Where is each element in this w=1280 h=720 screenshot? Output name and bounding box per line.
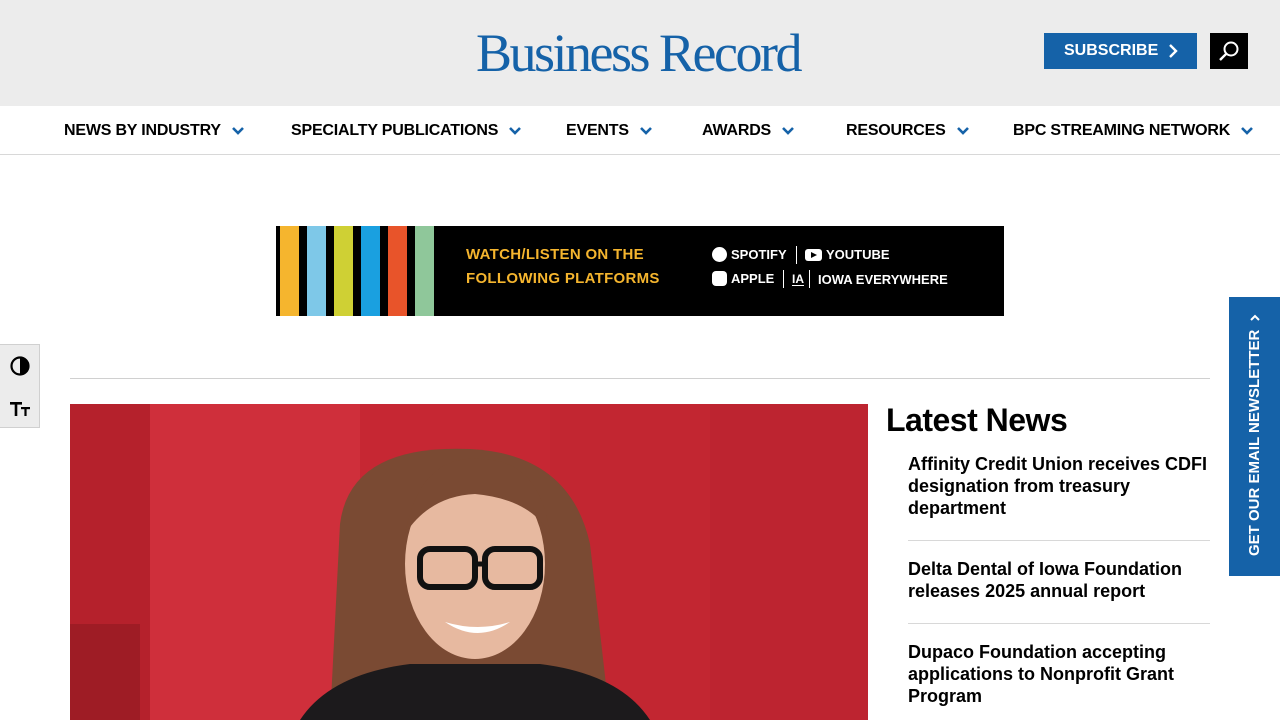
featured-article-image[interactable] <box>70 404 868 720</box>
nav-item-news-by-industry[interactable]: NEWS BY INDUSTRY <box>64 106 245 155</box>
font-size-toggle[interactable] <box>0 387 40 429</box>
platform-apple: APPLE <box>712 271 774 286</box>
nav-item-label: SPECIALTY PUBLICATIONS <box>291 121 499 139</box>
latest-news-heading: Latest News <box>886 402 1068 438</box>
latest-news-item[interactable]: Delta Dental of Iowa Foundation releases… <box>908 558 1210 602</box>
featured-photo <box>70 404 868 720</box>
banner-ad[interactable]: WATCH/LISTEN ON THE FOLLOWING PLATFORMS … <box>276 226 1004 316</box>
banner-stripe <box>361 226 380 316</box>
contrast-toggle[interactable] <box>0 345 40 387</box>
platform-iowa-everywhere: IA IOWA EVERYWHERE <box>792 270 948 288</box>
banner-line-2: FOLLOWING PLATFORMS <box>466 270 660 287</box>
font-size-icon <box>10 402 30 416</box>
banner-stripe <box>388 226 407 316</box>
platform-label: YOUTUBE <box>826 247 890 262</box>
newsletter-signup-tab[interactable]: GET OUR EMAIL NEWSLETTER <box>1229 297 1280 576</box>
nav-item-resources[interactable]: RESOURCES <box>846 106 970 155</box>
platform-divider <box>809 270 810 288</box>
nav-item-label: NEWS BY INDUSTRY <box>64 121 221 139</box>
chevron-down-icon <box>231 126 244 135</box>
platform-spotify: SPOTIFY <box>712 247 787 262</box>
nav-item-label: EVENTS <box>566 121 629 139</box>
banner-stripe <box>334 226 353 316</box>
banner-stripe <box>307 226 326 316</box>
accessibility-toolbar <box>0 344 40 428</box>
apple-podcasts-icon <box>712 271 727 286</box>
site-logo[interactable]: Business Record <box>476 24 802 82</box>
platform-label: IOWA EVERYWHERE <box>818 271 948 287</box>
chevron-right-icon <box>1249 314 1260 321</box>
nav-item-label: RESOURCES <box>846 121 946 139</box>
chevron-down-icon <box>782 126 794 135</box>
banner-headline: WATCH/LISTEN ON THE FOLLOWING PLATFORMS <box>466 243 660 291</box>
nav-item-bpc-streaming-network[interactable]: BPC STREAMING NETWORK <box>1013 106 1254 155</box>
latest-news-item[interactable]: Dupaco Foundation accepting applications… <box>908 641 1210 707</box>
chevron-right-icon <box>1169 44 1178 58</box>
iowa-everywhere-logo-icon: IA <box>792 271 804 286</box>
nav-item-specialty-publications[interactable]: SPECIALTY PUBLICATIONS <box>291 106 522 155</box>
contrast-icon <box>10 356 30 376</box>
banner-stripe <box>280 226 299 316</box>
search-icon <box>1219 41 1239 61</box>
youtube-icon <box>805 248 822 261</box>
main-nav: NEWS BY INDUSTRY SPECIALTY PUBLICATIONS … <box>0 106 1280 155</box>
content-divider <box>70 378 1210 379</box>
platform-label: APPLE <box>731 271 775 286</box>
chevron-down-icon <box>509 126 522 135</box>
news-divider <box>908 540 1210 541</box>
news-divider <box>908 623 1210 624</box>
search-button[interactable] <box>1210 33 1248 69</box>
platform-label: SPOTIFY <box>731 247 787 262</box>
subscribe-button[interactable]: SUBSCRIBE <box>1044 33 1197 69</box>
nav-item-events[interactable]: EVENTS <box>566 106 653 155</box>
banner-stripe <box>415 226 434 316</box>
platform-divider <box>783 270 784 288</box>
latest-news-item[interactable]: Affinity Credit Union receives CDFI desi… <box>908 453 1210 519</box>
spotify-icon <box>712 247 727 262</box>
chevron-down-icon <box>1241 126 1254 135</box>
chevron-down-icon <box>956 126 969 135</box>
nav-item-label: BPC STREAMING NETWORK <box>1013 121 1231 139</box>
newsletter-tab-content: GET OUR EMAIL NEWSLETTER <box>1229 297 1280 576</box>
nav-item-label: AWARDS <box>702 121 772 139</box>
platform-youtube: YOUTUBE <box>805 247 890 262</box>
banner-line-1: WATCH/LISTEN ON THE <box>466 246 644 263</box>
site-header: Business Record SUBSCRIBE <box>0 0 1280 106</box>
chevron-down-icon <box>639 126 652 135</box>
subscribe-label: SUBSCRIBE <box>1064 42 1159 59</box>
newsletter-label: GET OUR EMAIL NEWSLETTER <box>1246 329 1263 556</box>
platform-divider <box>796 246 797 264</box>
nav-item-awards[interactable]: AWARDS <box>702 106 795 155</box>
